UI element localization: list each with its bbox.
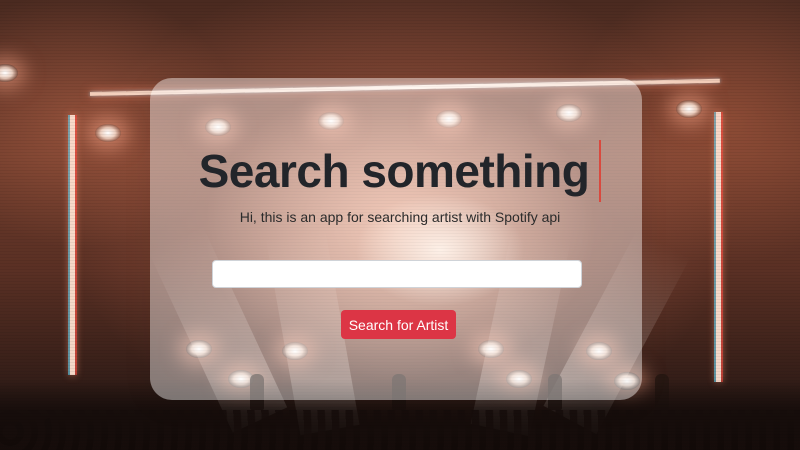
page-title: Search something bbox=[199, 140, 602, 202]
page-subtitle: Hi, this is an app for searching artist … bbox=[239, 209, 561, 225]
search-card bbox=[150, 78, 642, 400]
search-artist-button[interactable]: Search for Artist bbox=[341, 310, 456, 339]
artist-search-input[interactable] bbox=[212, 260, 582, 288]
title-container: Search something bbox=[0, 140, 800, 202]
search-page: Search something Hi, this is an app for … bbox=[0, 0, 800, 450]
